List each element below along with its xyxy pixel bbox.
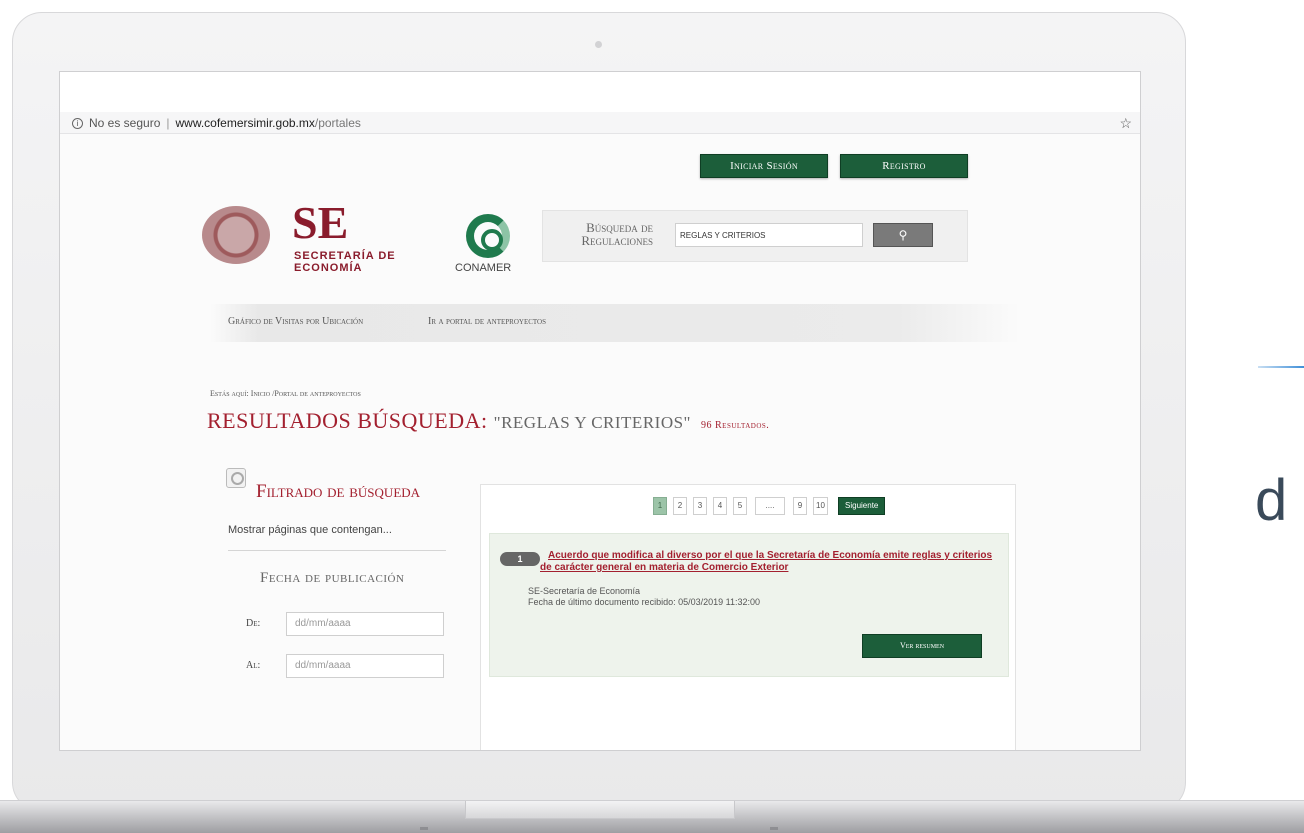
laptop-frame: i No es seguro | www.cofemersimir.gob.mx/po… <box>12 12 1186 812</box>
page-ellipsis: .... <box>755 497 785 515</box>
date-filter-title: Fecha de publicación <box>260 570 405 586</box>
page-1-button[interactable]: 1 <box>653 497 667 515</box>
decorative-line <box>1258 366 1304 368</box>
url-path: /portales <box>314 116 361 130</box>
filter-subtitle: Mostrar páginas que contengan... <box>228 524 392 536</box>
conamer-logo-icon <box>466 214 510 258</box>
result-item: 1 Acuerdo que modifica al diverso por el… <box>489 533 1009 677</box>
filter-panel: Filtrado de búsqueda Mostrar páginas que… <box>220 464 476 750</box>
date-to-label: Al: <box>246 660 261 671</box>
date-to-input[interactable]: dd/mm/aaaa <box>286 654 444 678</box>
search-icon: ⚲ <box>898 228 908 242</box>
result-agency: SE-Secretaría de Economía <box>528 586 641 596</box>
page-5-button[interactable]: 5 <box>733 497 747 515</box>
login-button[interactable]: Iniciar Sesión <box>700 154 828 178</box>
info-icon[interactable]: i <box>72 118 83 130</box>
search-label: Búsqueda de Regulaciones <box>581 220 653 248</box>
date-from-label: De: <box>246 618 261 629</box>
search-button[interactable]: ⚲ <box>873 223 933 247</box>
results-panel: 1 2 3 4 5 .... 9 10 Siguiente → 1 Acuerd… <box>480 484 1016 750</box>
address-bar[interactable]: i No es seguro | www.cofemersimir.gob.mx/po… <box>60 112 1140 134</box>
view-summary-button[interactable]: Ver resumen <box>862 634 982 658</box>
page-title: RESULTADOS BÚSQUEDA: "REGLAS Y CRITERIOS… <box>207 408 769 434</box>
magnifier-icon <box>226 468 246 488</box>
web-page: Iniciar Sesión Registro SE SECRETARÍA DE… <box>60 134 1140 750</box>
security-label: No es seguro <box>89 116 161 130</box>
se-logo: SE <box>292 197 349 248</box>
laptop-foot <box>770 827 778 830</box>
nav-bar: Gráfico de Visitas por Ubicación Ir a po… <box>210 304 1020 342</box>
result-title-link[interactable]: Acuerdo que modifica al diverso por el q… <box>540 550 1000 574</box>
result-number-badge: 1 <box>500 552 540 566</box>
register-button[interactable]: Registro <box>840 154 968 178</box>
screen: i No es seguro | www.cofemersimir.gob.mx/po… <box>59 71 1141 751</box>
search-area: Búsqueda de Regulaciones ⚲ <box>542 210 968 262</box>
filter-title: Filtrado de búsqueda <box>256 481 421 502</box>
webcam <box>595 41 602 48</box>
results-title-text: RESULTADOS BÚSQUEDA: <box>207 408 488 433</box>
date-from-input[interactable]: dd/mm/aaaa <box>286 612 444 636</box>
laptop-notch <box>465 801 735 819</box>
conamer-label: CONAMER <box>455 262 512 274</box>
result-meta: SE-Secretaría de Economía Fecha de últim… <box>528 586 760 608</box>
results-query: "REGLAS Y CRITERIOS" <box>493 413 691 432</box>
se-logo-subtitle: SECRETARÍA DE ECONOMÍA <box>294 250 396 274</box>
mexico-seal-icon <box>202 206 270 264</box>
laptop-foot <box>420 827 428 830</box>
url-host: www.cofemersimir.gob.mx <box>175 116 315 130</box>
divider <box>228 550 446 551</box>
laptop-base <box>0 800 1304 833</box>
side-letter: d <box>1255 468 1288 533</box>
page-4-button[interactable]: 4 <box>713 497 727 515</box>
nav-link-visits-chart[interactable]: Gráfico de Visitas por Ubicación <box>228 316 363 327</box>
result-last-doc-date: Fecha de último documento recibido: 05/0… <box>528 597 760 607</box>
results-count: 96 Resultados. <box>701 420 770 431</box>
page-9-button[interactable]: 9 <box>793 497 807 515</box>
nav-link-anteproyectos[interactable]: Ir a portal de anteproyectos <box>428 316 546 327</box>
bookmark-star-icon[interactable]: ☆ <box>1119 112 1132 134</box>
address-separator: | <box>166 116 170 130</box>
page-2-button[interactable]: 2 <box>673 497 687 515</box>
breadcrumb: Estás aquí: Inicio /Portal de anteproyec… <box>210 389 361 398</box>
page-3-button[interactable]: 3 <box>693 497 707 515</box>
page-10-button[interactable]: 10 <box>813 497 828 515</box>
search-input[interactable] <box>675 223 863 247</box>
next-page-button[interactable]: Siguiente → <box>838 497 886 526</box>
